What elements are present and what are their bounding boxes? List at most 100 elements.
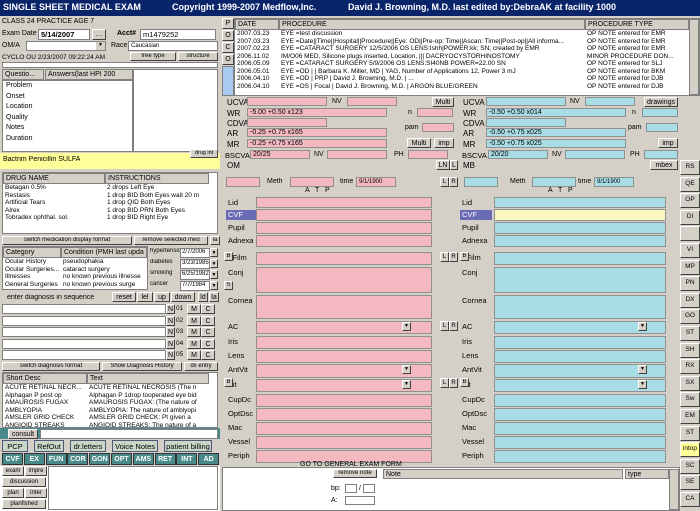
exam-r-time-field[interactable]: 9/1/1900 — [594, 177, 634, 187]
diagnosis-n-button[interactable]: N — [166, 350, 175, 360]
tab-ams[interactable]: AMS — [132, 453, 154, 465]
nav-button-se[interactable]: SE — [680, 475, 700, 491]
procedure-type-header[interactable]: PROCEDURE TYPE — [585, 19, 689, 30]
side-selector[interactable] — [222, 66, 234, 96]
mid-r-button[interactable]: R — [449, 378, 458, 388]
history-row[interactable]: 2006.11.02 IM/O06 MED, Silicone plugs ins… — [235, 53, 699, 61]
ar-field[interactable]: -0.25 +0.75 x165 — [247, 128, 387, 137]
question-item[interactable]: Duration — [3, 134, 132, 145]
bottom-button[interactable]: Voice Notes — [112, 440, 158, 452]
date-header[interactable]: DATE — [235, 19, 279, 30]
vital-dropdown[interactable]: ▼ — [210, 248, 218, 257]
nav-button-intop[interactable]: intop — [680, 442, 700, 458]
pmh-row[interactable]: Ocular Surgeries... cataract surgery — [3, 266, 147, 274]
answer-textarea[interactable] — [133, 69, 218, 152]
notes-scrollbar[interactable] — [669, 469, 679, 510]
history-scrollbar[interactable] — [689, 19, 699, 95]
exam-l-pupil-field[interactable] — [256, 222, 432, 234]
exam-r-iris-field[interactable] — [494, 336, 666, 349]
bscva-nv-field[interactable] — [327, 150, 387, 159]
mr-r-field[interactable]: -0.50 +0.75 x025 — [486, 139, 626, 148]
wr-r-field[interactable]: -0.50 +0.50 x014 — [486, 108, 626, 117]
vital-dropdown[interactable]: ▼ — [210, 270, 218, 279]
history-row[interactable]: 2007.02.23 EYE =CATARACT SURGERY 12/5/200… — [235, 45, 699, 53]
history-row[interactable]: 2006.05.09 EYE =CATARACT SURGERY 5/9/2006… — [235, 60, 699, 68]
dx-list-row[interactable]: ACUTE RETINAL NECR... ACUTE RETINAL NECRO… — [3, 384, 217, 392]
question-item[interactable]: Quality — [3, 113, 132, 124]
diagnosis-input[interactable] — [2, 350, 166, 360]
bottom-button[interactable]: patient billing — [164, 440, 212, 452]
answers-header[interactable]: Answers(last HPI 200 — [45, 69, 133, 80]
drug-row[interactable]: Betagan 0.5% 2 drops Left Eye — [3, 184, 217, 192]
nav-button-st[interactable]: ST — [680, 326, 700, 341]
diagnosis-c-button[interactable]: C — [201, 315, 215, 326]
questions-header[interactable]: Questio... — [2, 69, 44, 80]
om-select[interactable]: ▼ — [26, 41, 106, 51]
side-button-impre[interactable]: impre — [25, 466, 47, 476]
exam-l-adnexa-field[interactable] — [256, 235, 432, 247]
exam-r-cornea-field[interactable] — [494, 295, 666, 319]
exam-r-conj-field[interactable] — [494, 267, 666, 293]
diagnosis-m-button[interactable]: M — [187, 350, 201, 360]
bscva-r-nv-field[interactable] — [565, 150, 625, 159]
history-tab-0[interactable]: P — [222, 18, 234, 29]
diagnosis-input[interactable] — [2, 304, 166, 314]
dx-list-row[interactable]: AMBLYOPIA AMBLYOPIA: The nature of amblyo… — [3, 407, 217, 415]
multi-button[interactable]: Multi — [432, 97, 454, 107]
history-tab-2[interactable]: C — [222, 42, 234, 53]
category-header[interactable]: Category — [3, 247, 61, 258]
history-tab-3[interactable]: O — [222, 54, 234, 65]
diagnosis-input[interactable] — [2, 338, 166, 349]
exam-r-mac-field[interactable] — [494, 422, 666, 435]
vital-date[interactable]: 2/7/2006 — [180, 248, 210, 258]
ph-field[interactable] — [408, 150, 448, 159]
question-item[interactable]: Notes — [3, 123, 132, 134]
drug-row[interactable]: Tobradex ophthal. sol. 1 drop BID Right E… — [3, 214, 217, 222]
exam-l-meth-select[interactable] — [226, 177, 260, 187]
pam-field[interactable] — [422, 123, 454, 132]
type-header[interactable]: type — [625, 469, 669, 479]
nav-button-dx[interactable]: DX — [680, 292, 700, 308]
ld-button[interactable]: ld — [198, 292, 208, 302]
drug-name-header[interactable]: DRUG NAME — [3, 173, 105, 184]
exam-l-cornea-field[interactable] — [256, 295, 432, 319]
bscva-field[interactable]: 20/25 — [250, 150, 310, 159]
mid-l-button[interactable]: L — [440, 321, 449, 331]
history-tab-1[interactable]: O — [222, 30, 234, 41]
show-dx-history-button[interactable]: Show Diagnosis History — [102, 362, 182, 371]
wr-r-n-field[interactable] — [642, 108, 678, 117]
procedure-header[interactable]: PROCEDURE — [279, 19, 585, 30]
exam-r-tfilm-field[interactable] — [494, 252, 666, 265]
pmh-row[interactable]: Ocular History pseudophakia — [3, 258, 147, 266]
bottom-button[interactable]: RefOut — [34, 440, 64, 452]
vital-dropdown[interactable]: ▼ — [210, 259, 218, 268]
exam-marker-s[interactable]: S — [224, 281, 233, 290]
nav-button-sc[interactable]: SC — [680, 458, 700, 474]
drug-row[interactable]: Restasis 1 drop BID Both Eyes wait 20 m — [3, 192, 217, 200]
pmh-row[interactable]: Illnesses no known previous illnesse — [3, 273, 147, 281]
nav-button-blank[interactable] — [680, 226, 700, 242]
la2-button[interactable]: la — [209, 292, 219, 302]
reset-button[interactable]: reset — [112, 292, 136, 302]
nav-button-qe[interactable]: QE — [680, 176, 700, 192]
nav-button-di[interactable]: DI — [680, 209, 700, 225]
exam-marker-b[interactable]: B — [460, 378, 469, 387]
exam-l-cvf-field[interactable] — [256, 209, 432, 221]
exam-l-iris-field[interactable] — [256, 336, 432, 349]
bp-field-1[interactable] — [345, 484, 357, 493]
vital-date[interactable]: 3/23/1985 — [180, 259, 210, 269]
tab-fun[interactable]: FUN — [45, 453, 67, 465]
ucva-field[interactable] — [247, 97, 327, 106]
remove-med-button[interactable]: remove selected med — [134, 236, 208, 245]
bottom-button[interactable]: PCP — [2, 440, 28, 452]
nav-button-sw[interactable]: Sw — [680, 392, 700, 408]
diagnosis-m-button[interactable]: M — [187, 327, 201, 337]
tab-ad[interactable]: AD — [198, 453, 220, 465]
diagnosis-input[interactable] — [2, 315, 166, 326]
consult-input[interactable] — [40, 429, 218, 439]
exam-r-periph-field[interactable] — [494, 450, 666, 463]
mid-l-button[interactable]: L — [440, 252, 449, 262]
dx-entry-button[interactable]: dx entry — [184, 362, 218, 371]
dx-list-row[interactable]: Alphagan P post op Alphagan P 1drop toope… — [3, 392, 217, 400]
nav-button-ca[interactable]: CA — [680, 492, 700, 507]
